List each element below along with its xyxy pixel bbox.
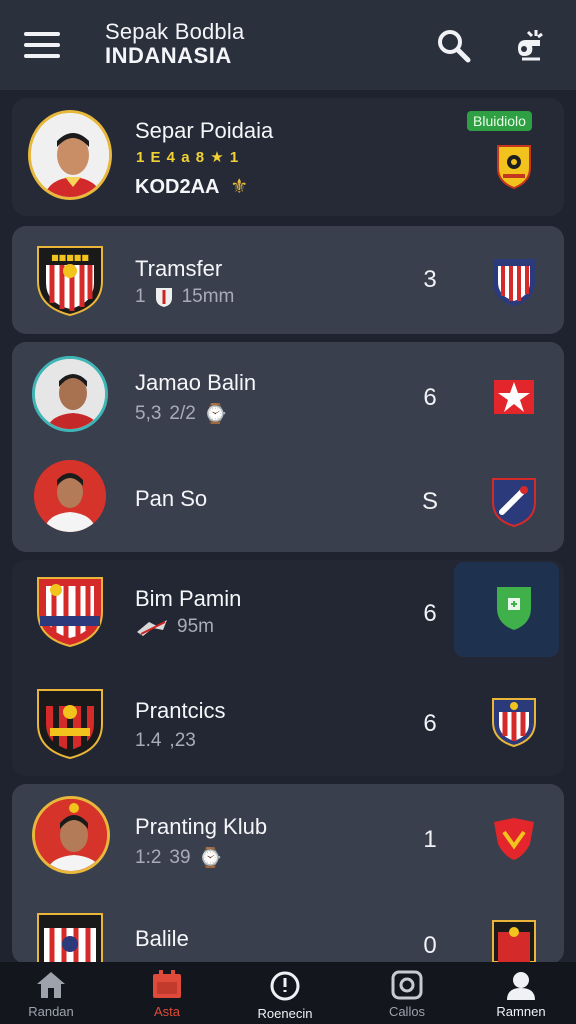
row-value: S [421,488,438,515]
club-shield-icon [497,145,531,190]
row-name: Bim Pamin [135,586,242,611]
row-meta: 1:2 39 ⌚ [135,846,222,870]
club-shield-icon [492,478,536,528]
row-value: 6 [423,600,437,627]
nav-label: Asta [153,1004,180,1019]
row-name: Balile [135,926,189,951]
app-title-line2: INDANASIA [105,43,232,68]
row-meta: 1 15mm [135,286,234,308]
row-name: Tramsfer [135,256,223,281]
row-meta-time: 95m [177,616,214,637]
club-crest-icon [37,913,103,964]
avatar [32,356,108,432]
row-meta: 5,3 2/2 ⌚ [135,402,228,426]
green-shield-icon[interactable] [494,584,534,632]
profile-icon [507,972,535,1000]
status-badge: Bluidiolo [467,111,532,131]
mini-shield-icon [155,288,172,307]
row-meta-time: ,23 [169,730,196,751]
svg-text:■■■■■: ■■■■■ [51,253,89,262]
row-value: 6 [423,710,437,737]
row-meta-value: 1 [135,286,146,307]
bottom-nav: Randan Asta Roenecin Callos Ramnen [0,962,576,1024]
boots-icon [137,620,167,636]
club-shield-icon [493,259,535,306]
search-icon[interactable] [434,26,474,66]
avatar [32,796,110,874]
clock-icon: ⌚ [203,404,228,425]
row-meta-time: 2/2 [169,403,196,424]
club-code-text: KOD2AA [135,176,219,198]
row-meta: 95m [135,616,214,638]
row-value: 1 [423,826,437,853]
row-meta-time: 15mm [181,286,235,307]
compass-icon [270,971,300,1001]
row-name: Pranting Klub [135,814,268,839]
home-icon [37,972,65,998]
row-name: Jamao Balin [135,370,257,395]
club-shield-icon [492,920,536,962]
clock-icon: ⌚ [198,848,223,869]
hamburger-icon[interactable] [24,32,60,62]
club-crest-icon [37,577,103,648]
nav-ramnen[interactable]: Ramnen [466,962,576,1024]
nav-asta[interactable]: Asta [112,962,222,1024]
nav-label: Ramnen [496,1004,546,1019]
club-crest-icon: ■■■■■ [37,246,103,317]
row-meta-value: 1:2 [135,847,162,868]
row-meta: 1.4 ,23 [135,730,196,752]
avatar [28,110,112,200]
row-value: 6 [423,384,437,411]
rating-text: 1 E 4 a 8 ★ 1 [136,149,240,166]
nav-callos[interactable]: Callos [352,962,462,1024]
club-crest-icon [37,689,103,760]
app-title: Sepak Bodbla INDANASIA [105,20,244,68]
laurel-icon: ⚜ [230,176,249,198]
star-icon [494,380,534,414]
row-name: Prantcics [135,698,226,723]
row-meta-time: 39 [169,847,191,868]
nav-label: Callos [388,1004,426,1019]
calendar-icon [153,970,181,998]
app-header: Sepak Bodbla INDANASIA [0,0,576,90]
app-title-line1: Sepak Bodbla [105,19,245,44]
row-name: Pan So [135,486,208,511]
camera-icon [391,970,423,1000]
whistle-icon[interactable] [510,26,550,66]
club-shield-icon [492,698,536,748]
club-code: KOD2AA ⚜ [135,174,248,199]
club-emblem-icon [494,818,534,860]
nav-label: Randan [28,1004,74,1019]
player-name: Separ Poidaia [135,118,274,143]
row-meta-value: 1.4 [135,730,162,751]
nav-label: Roenecin [257,1006,313,1021]
row-value: 3 [423,266,437,293]
row-value: 0 [423,932,437,959]
nav-home[interactable]: Randan [0,962,106,1024]
avatar [34,460,106,532]
row-meta-value: 5,3 [135,403,162,424]
nav-roenecin[interactable]: Roenecin [230,962,340,1024]
